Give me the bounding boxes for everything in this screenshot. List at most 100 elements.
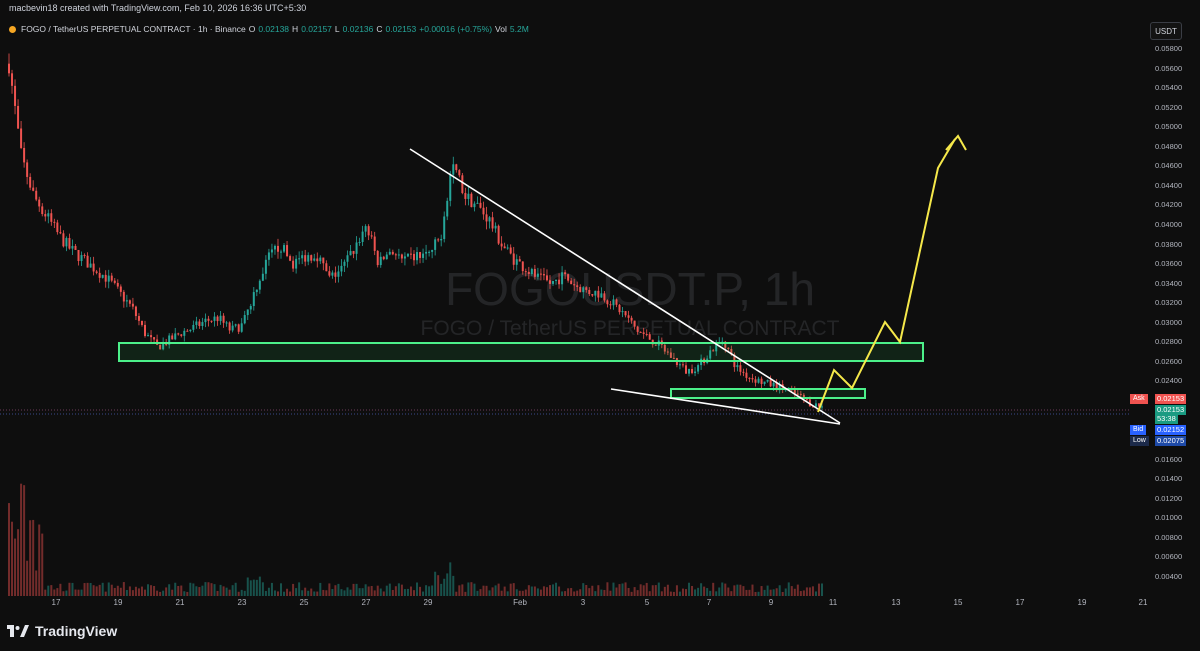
candle-body bbox=[189, 329, 192, 332]
descending-trendline[interactable] bbox=[409, 148, 841, 424]
volume-bar bbox=[748, 589, 751, 596]
candle-body bbox=[116, 282, 119, 287]
volume-bar bbox=[41, 533, 44, 596]
volume-bar bbox=[730, 591, 733, 596]
volume-bar bbox=[168, 584, 171, 596]
volume-bar bbox=[754, 591, 757, 596]
price-plot[interactable] bbox=[0, 0, 1200, 611]
candle-body bbox=[536, 273, 539, 277]
volume-bar bbox=[74, 589, 77, 596]
support-zone-lower[interactable] bbox=[670, 388, 866, 399]
volume-bar bbox=[219, 584, 222, 596]
date-tick: 23 bbox=[237, 598, 247, 607]
volume-bar bbox=[802, 590, 805, 596]
volume-bar bbox=[437, 575, 440, 596]
candle-body bbox=[213, 316, 216, 321]
candle-body bbox=[237, 324, 240, 332]
price-tick: 0.00600 bbox=[1155, 552, 1183, 562]
candle-body bbox=[482, 207, 485, 215]
price-tick: 0.03200 bbox=[1155, 298, 1183, 308]
candle-body bbox=[500, 243, 503, 247]
volume-bar bbox=[26, 560, 29, 596]
candle-body bbox=[431, 249, 434, 252]
volume-bar bbox=[355, 583, 358, 596]
candle-body bbox=[298, 258, 301, 260]
volume-bar bbox=[796, 584, 799, 596]
volume-bar bbox=[799, 591, 802, 596]
volume-bar bbox=[727, 587, 730, 596]
candle-body bbox=[542, 274, 545, 276]
tradingview-brand[interactable]: TradingView bbox=[7, 623, 117, 639]
volume-bar bbox=[62, 591, 65, 596]
price-tick: 0.05200 bbox=[1155, 102, 1183, 112]
candle-body bbox=[89, 263, 92, 268]
volume-bar bbox=[343, 590, 346, 596]
volume-bar bbox=[222, 586, 225, 596]
candle-body bbox=[26, 162, 29, 177]
candle-body bbox=[470, 193, 473, 208]
candle-body bbox=[618, 304, 621, 313]
candle-body bbox=[512, 253, 515, 265]
candle-body bbox=[636, 326, 639, 332]
volume-bar bbox=[71, 582, 74, 596]
candle-body bbox=[104, 274, 107, 282]
volume-bar bbox=[603, 589, 606, 596]
candle-body bbox=[506, 247, 509, 249]
candle-body bbox=[17, 105, 20, 129]
volume-bar bbox=[506, 591, 509, 596]
volume-bar bbox=[261, 582, 264, 596]
volume-bar bbox=[811, 586, 814, 596]
candle-body bbox=[192, 324, 195, 330]
volume-bar bbox=[406, 588, 409, 596]
candle-body bbox=[101, 274, 104, 278]
chart-canvas[interactable]: macbevin18 created with TradingView.com,… bbox=[0, 0, 1200, 651]
candle-body bbox=[261, 273, 264, 281]
price-tick: 0.05600 bbox=[1155, 63, 1183, 73]
candle-body bbox=[216, 316, 219, 322]
volume-bar bbox=[591, 585, 594, 596]
volume-bar bbox=[98, 584, 101, 596]
candle-body bbox=[805, 398, 808, 400]
volume-bar bbox=[289, 591, 292, 596]
volume-bar bbox=[630, 591, 633, 596]
candle-body bbox=[388, 251, 391, 255]
candle-body bbox=[83, 255, 86, 257]
volume-bar bbox=[446, 573, 449, 596]
volume-bar bbox=[582, 583, 585, 596]
candle-body bbox=[691, 368, 694, 374]
candle-body bbox=[552, 281, 555, 284]
candle-body bbox=[183, 330, 186, 336]
volume-bar bbox=[273, 590, 276, 596]
candle-body bbox=[648, 334, 651, 340]
date-tick: 7 bbox=[706, 598, 712, 607]
date-tick: 29 bbox=[423, 598, 433, 607]
price-tick: 0.04000 bbox=[1155, 219, 1183, 229]
volume-bar bbox=[639, 584, 642, 596]
candle-body bbox=[440, 238, 443, 241]
date-tick: 11 bbox=[828, 598, 838, 607]
candle-body bbox=[379, 256, 382, 266]
volume-bar bbox=[512, 583, 515, 596]
volume-bar bbox=[524, 589, 527, 596]
date-tick: 21 bbox=[1138, 598, 1148, 607]
volume-bar bbox=[431, 585, 434, 596]
volume-bar bbox=[645, 582, 648, 596]
support-zone-upper[interactable] bbox=[118, 342, 924, 362]
volume-bar bbox=[246, 577, 249, 596]
candle-body bbox=[642, 332, 645, 335]
candle-body bbox=[140, 320, 143, 325]
volume-bar bbox=[162, 590, 165, 596]
volume-bar bbox=[576, 590, 579, 596]
volume-bar bbox=[718, 587, 721, 596]
price-tick: 0.03400 bbox=[1155, 278, 1183, 288]
volume-bar bbox=[276, 591, 279, 596]
bullish-projection-path[interactable] bbox=[817, 138, 956, 413]
candle-body bbox=[555, 279, 558, 282]
volume-bar bbox=[180, 585, 183, 596]
candle-body bbox=[80, 255, 83, 262]
candle-body bbox=[539, 273, 542, 275]
candle-body bbox=[289, 256, 292, 261]
volume-bar bbox=[286, 588, 289, 596]
volume-bar bbox=[654, 585, 657, 596]
candle-body bbox=[521, 261, 524, 272]
